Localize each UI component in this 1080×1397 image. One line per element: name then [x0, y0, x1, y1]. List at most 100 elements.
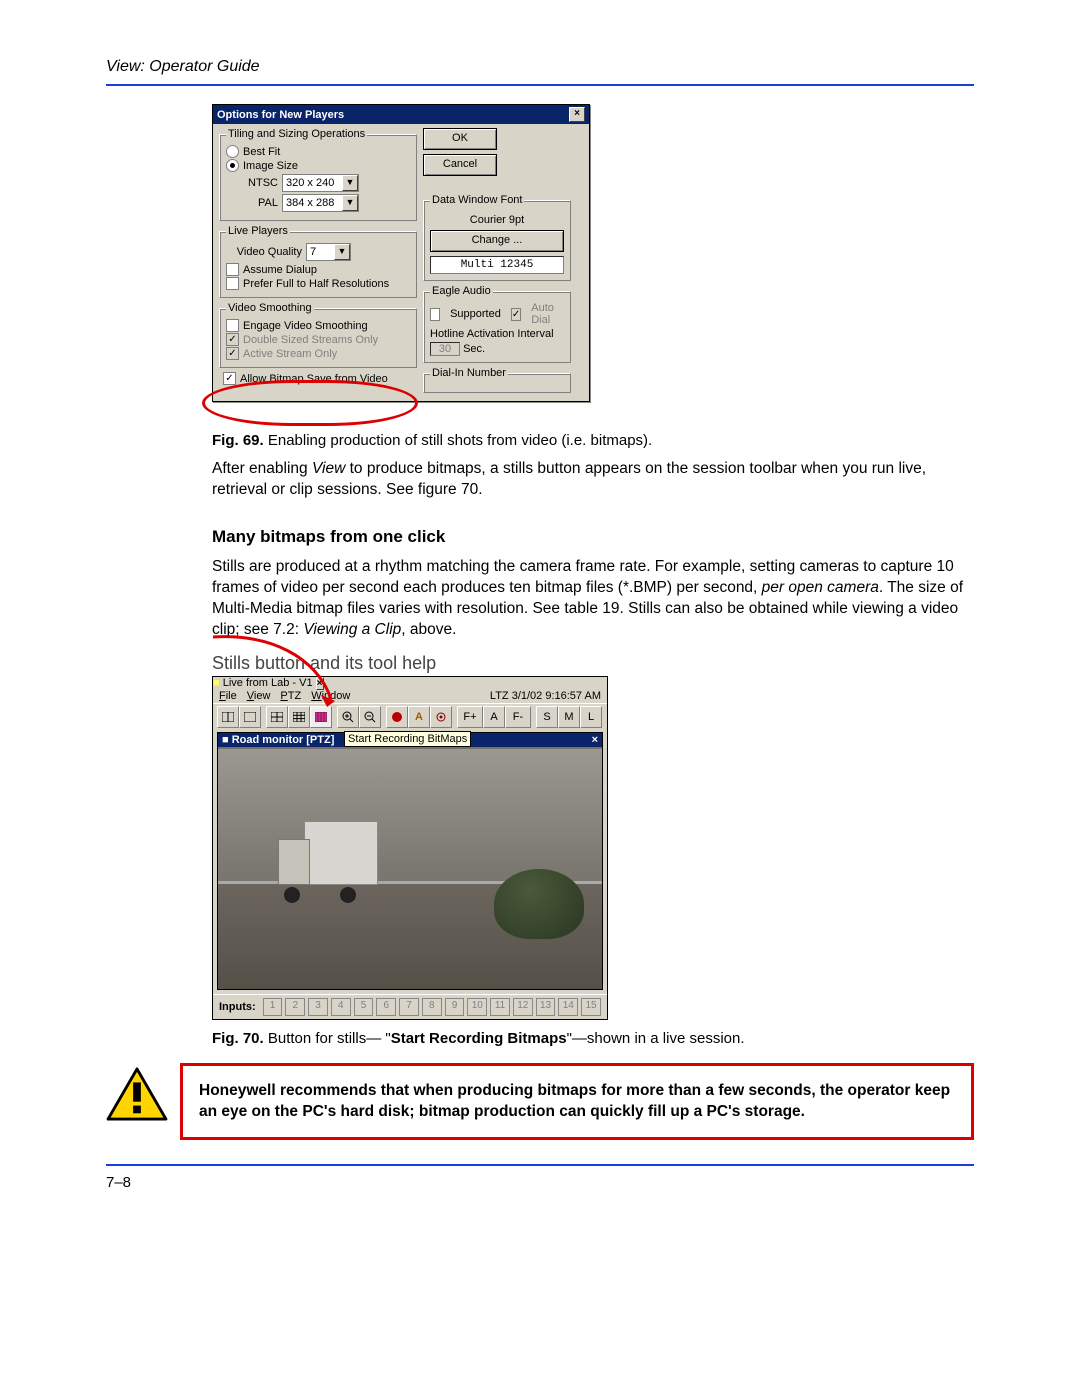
- fig69-caption: Fig. 69. Enabling production of still sh…: [212, 432, 974, 449]
- check-engage[interactable]: [226, 319, 239, 332]
- radio-imagesize[interactable]: [226, 159, 239, 172]
- check-dialup[interactable]: [226, 263, 239, 276]
- paragraph-2: Stills are produced at a rhythm matching…: [212, 557, 974, 641]
- fig70-caption: Fig. 70. Button for stills— "Start Recor…: [212, 1030, 974, 1047]
- page-number: 7–8: [106, 1174, 974, 1191]
- hotline-interval: 30: [430, 342, 460, 356]
- label-fullhalf: Prefer Full to Half Resolutions: [243, 278, 389, 290]
- close-icon[interactable]: ×: [316, 677, 324, 690]
- legend-live: Live Players: [226, 225, 290, 237]
- input-13[interactable]: 13: [536, 998, 556, 1016]
- grid16-icon[interactable]: [310, 706, 332, 728]
- check-double: [226, 333, 239, 346]
- input-7[interactable]: 7: [399, 998, 419, 1016]
- check-active: [226, 347, 239, 360]
- l-button[interactable]: L: [580, 706, 602, 728]
- timestamp: LTZ 3/1/02 9:16:57 AM: [490, 690, 601, 702]
- dialog-titlebar: Options for New Players ×: [213, 105, 589, 124]
- zoom-in-icon[interactable]: [337, 706, 359, 728]
- combo-pal[interactable]: 384 x 288 ▼: [282, 194, 359, 212]
- fig70-text-a: Button for stills— ": [264, 1030, 391, 1047]
- record-bitmap-icon[interactable]: [386, 706, 408, 728]
- radio-bestfit[interactable]: [226, 145, 239, 158]
- input-6[interactable]: 6: [376, 998, 396, 1016]
- video-titlebar: ■ Road monitor [PTZ] × Start Recording B…: [218, 733, 602, 747]
- layout1-icon[interactable]: [217, 706, 239, 728]
- video-title: Road monitor [PTZ]: [232, 734, 335, 746]
- check-allow-bitmap[interactable]: [223, 372, 236, 385]
- combo-quality[interactable]: 7 ▼: [306, 243, 351, 261]
- stills-annotation-label: Stills button and its tool help: [212, 653, 974, 674]
- m-button[interactable]: M: [558, 706, 580, 728]
- layout2-icon[interactable]: [239, 706, 261, 728]
- input-8[interactable]: 8: [422, 998, 442, 1016]
- input-5[interactable]: 5: [354, 998, 374, 1016]
- combo-quality-value: 7: [310, 246, 334, 258]
- warning-icon: [106, 1067, 168, 1125]
- stills-label-text: Stills button and its tool help: [212, 653, 436, 673]
- check-supported[interactable]: [430, 308, 440, 321]
- group-smoothing: Video Smoothing Engage Video Smoothing D…: [219, 302, 417, 368]
- combo-pal-value: 384 x 288: [286, 197, 342, 209]
- input-4[interactable]: 4: [331, 998, 351, 1016]
- change-font-button[interactable]: Change ...: [430, 230, 564, 252]
- menu-file[interactable]: File: [219, 690, 237, 702]
- label-double: Double Sized Streams Only: [243, 334, 378, 346]
- options-dialog: Options for New Players × Tiling and Siz…: [212, 104, 590, 402]
- a-button[interactable]: A: [483, 706, 505, 728]
- fig70-text-b: Start Recording Bitmaps: [391, 1030, 567, 1047]
- toolbar: A F+ A F- S M L: [213, 703, 607, 730]
- chevron-down-icon[interactable]: ▼: [342, 175, 358, 191]
- legend-eagle: Eagle Audio: [430, 285, 493, 297]
- gear-icon[interactable]: [430, 706, 452, 728]
- p2d: 19: [602, 600, 619, 617]
- cancel-button[interactable]: Cancel: [423, 154, 497, 176]
- fplus-button[interactable]: F+: [457, 706, 483, 728]
- menu-ptz[interactable]: PTZ: [280, 690, 301, 702]
- s-button[interactable]: S: [536, 706, 558, 728]
- fig70-text-c: "—shown in a live session.: [567, 1030, 745, 1047]
- ok-button[interactable]: OK: [423, 128, 497, 150]
- hotline-sec: Sec.: [463, 343, 485, 355]
- input-9[interactable]: 9: [445, 998, 465, 1016]
- combo-ntsc[interactable]: 320 x 240 ▼: [282, 174, 359, 192]
- p2g: , above.: [401, 621, 456, 638]
- rule-bottom: [106, 1164, 974, 1166]
- p1b: View: [312, 460, 345, 477]
- check-autodial: [511, 308, 521, 321]
- close-icon[interactable]: ×: [592, 734, 598, 746]
- input-2[interactable]: 2: [285, 998, 305, 1016]
- combo-ntsc-value: 320 x 240: [286, 177, 342, 189]
- label-active: Active Stream Only: [243, 348, 337, 360]
- fminus-button[interactable]: F-: [505, 706, 531, 728]
- group-eagle: Eagle Audio Supported Auto Dial Hotline …: [423, 285, 571, 363]
- zoom-out-icon[interactable]: [359, 706, 381, 728]
- input-12[interactable]: 12: [513, 998, 533, 1016]
- section-heading: Many bitmaps from one click: [212, 527, 974, 547]
- input-14[interactable]: 14: [558, 998, 578, 1016]
- inputs-label: Inputs:: [219, 1001, 256, 1013]
- label-dialup: Assume Dialup: [243, 264, 317, 276]
- inputs-bar: Inputs: 1 2 3 4 5 6 7 8 9 10 11 12 13 14…: [213, 994, 607, 1019]
- input-10[interactable]: 10: [467, 998, 487, 1016]
- tool-a-icon[interactable]: A: [408, 706, 430, 728]
- grid4-icon[interactable]: [266, 706, 288, 728]
- p2f: Viewing a Clip: [303, 621, 401, 638]
- label-bestfit: Best Fit: [243, 146, 280, 158]
- dialog-title: Options for New Players: [217, 109, 344, 121]
- page-header: View: Operator Guide: [106, 58, 974, 76]
- chevron-down-icon[interactable]: ▼: [342, 195, 358, 211]
- legend-dialin: Dial-In Number: [430, 367, 508, 379]
- label-quality: Video Quality: [226, 246, 302, 258]
- grid9-icon[interactable]: [288, 706, 310, 728]
- menu-view[interactable]: View: [247, 690, 271, 702]
- check-fullhalf[interactable]: [226, 277, 239, 290]
- input-3[interactable]: 3: [308, 998, 328, 1016]
- input-1[interactable]: 1: [263, 998, 283, 1016]
- input-15[interactable]: 15: [581, 998, 601, 1016]
- group-tiling: Tiling and Sizing Operations Best Fit Im…: [219, 128, 417, 221]
- input-11[interactable]: 11: [490, 998, 510, 1016]
- close-icon[interactable]: ×: [569, 107, 585, 122]
- chevron-down-icon[interactable]: ▼: [334, 244, 350, 260]
- menu-window[interactable]: Window: [311, 690, 350, 702]
